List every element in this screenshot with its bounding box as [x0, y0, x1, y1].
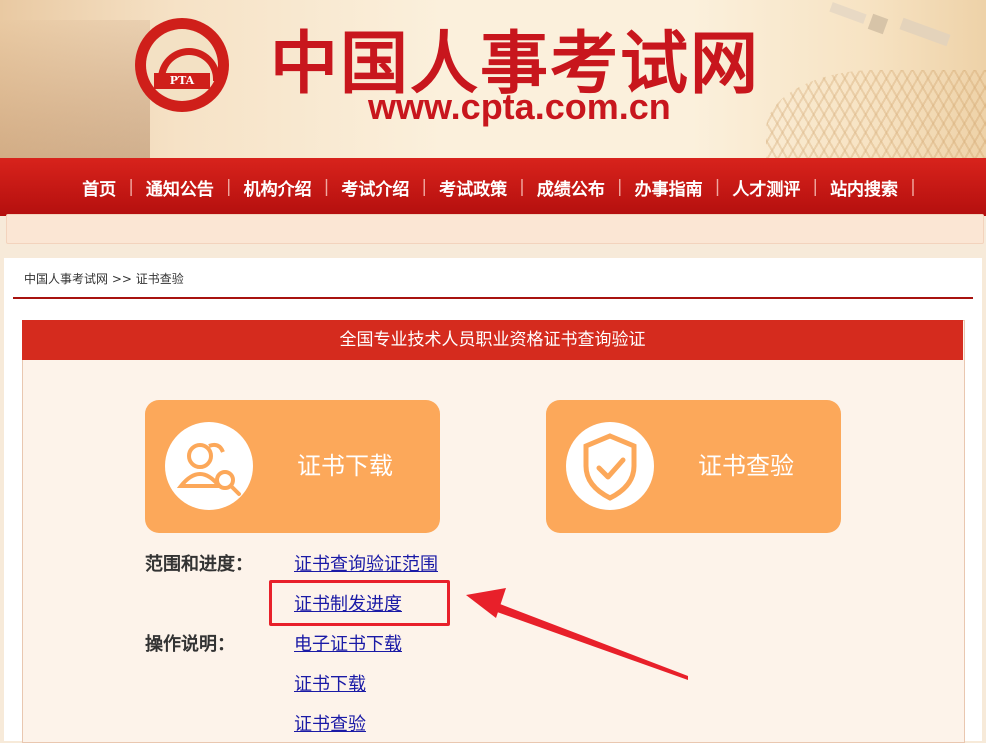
annotation-arrow — [466, 588, 688, 680]
